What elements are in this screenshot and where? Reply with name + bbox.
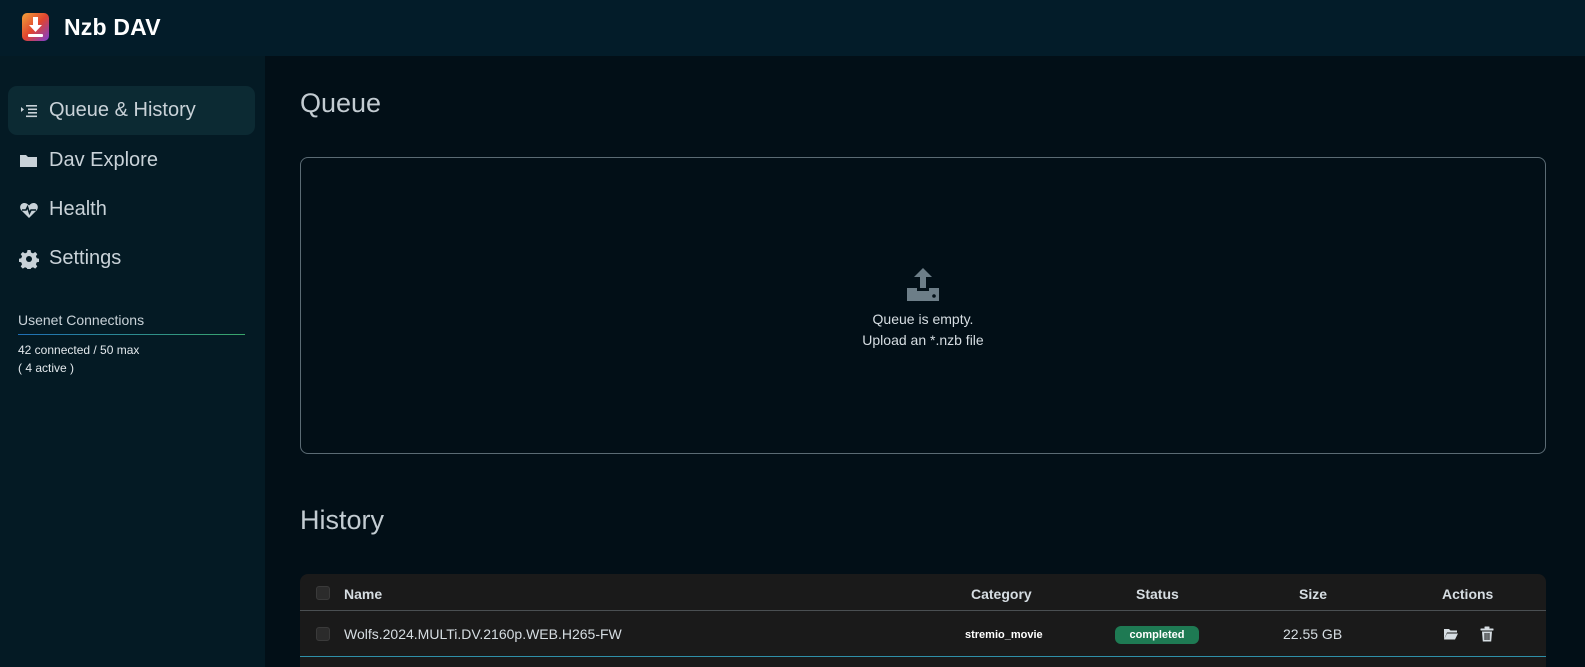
queue-list-icon — [21, 105, 37, 118]
sidebar-item-label: Health — [49, 198, 107, 220]
connections-active: ( 4 active ) — [18, 361, 75, 375]
column-header-name[interactable]: Name — [344, 586, 382, 602]
open-folder-icon[interactable] — [1443, 626, 1459, 642]
select-all-checkbox[interactable] — [316, 586, 330, 600]
status-badge: completed — [1115, 626, 1199, 644]
queue-dropzone[interactable]: Queue is empty. Upload an *.nzb file — [300, 157, 1546, 454]
gear-icon — [19, 250, 39, 269]
delete-icon[interactable] — [1479, 626, 1495, 642]
app-logo-icon — [22, 13, 49, 41]
sidebar: Queue & History Dav Explore Health Setti… — [0, 56, 265, 667]
queue-title: Queue — [300, 88, 382, 118]
queue-upload-hint: Upload an *.nzb file — [862, 332, 984, 348]
connections-progress-bar — [18, 334, 245, 335]
sidebar-item-queue-history[interactable]: Queue & History — [8, 86, 255, 135]
row-category: stremio_movie — [965, 629, 1043, 641]
column-header-size[interactable]: Size — [1299, 586, 1327, 602]
top-bar: Nzb DAV — [0, 0, 1585, 56]
column-header-actions: Actions — [1442, 586, 1494, 602]
sidebar-item-label: Settings — [49, 247, 122, 269]
column-header-status[interactable]: Status — [1136, 586, 1179, 602]
row-name: Wolfs.2024.MULTi.DV.2160p.WEB.H265-FW — [344, 626, 622, 642]
sidebar-item-health[interactable]: Health — [8, 185, 255, 234]
sidebar-item-dav-explore[interactable]: Dav Explore — [8, 136, 255, 185]
heart-pulse-icon — [20, 203, 38, 218]
sidebar-item-label: Queue & History — [49, 99, 196, 121]
upload-icon — [907, 268, 939, 301]
column-header-category[interactable]: Category — [971, 586, 1032, 602]
app-title: Nzb DAV — [64, 14, 161, 40]
history-table: Name Category Status Size Actions Wolfs.… — [300, 574, 1546, 667]
connections-summary: 42 connected / 50 max — [18, 343, 140, 357]
table-row[interactable]: Wolfs.2024.MULTi.DV.2160p.WEB.H265-FW st… — [300, 612, 1546, 657]
folder-icon — [20, 155, 37, 167]
sidebar-item-label: Dav Explore — [49, 149, 158, 171]
sidebar-item-settings[interactable]: Settings — [8, 234, 255, 283]
usenet-connections-title: Usenet Connections — [18, 312, 145, 328]
table-header: Name Category Status Size Actions — [300, 574, 1546, 611]
row-select-checkbox[interactable] — [316, 627, 330, 641]
history-title: History — [300, 505, 385, 535]
row-size: 22.55 GB — [1283, 626, 1343, 642]
queue-empty-message: Queue is empty. — [872, 311, 974, 327]
